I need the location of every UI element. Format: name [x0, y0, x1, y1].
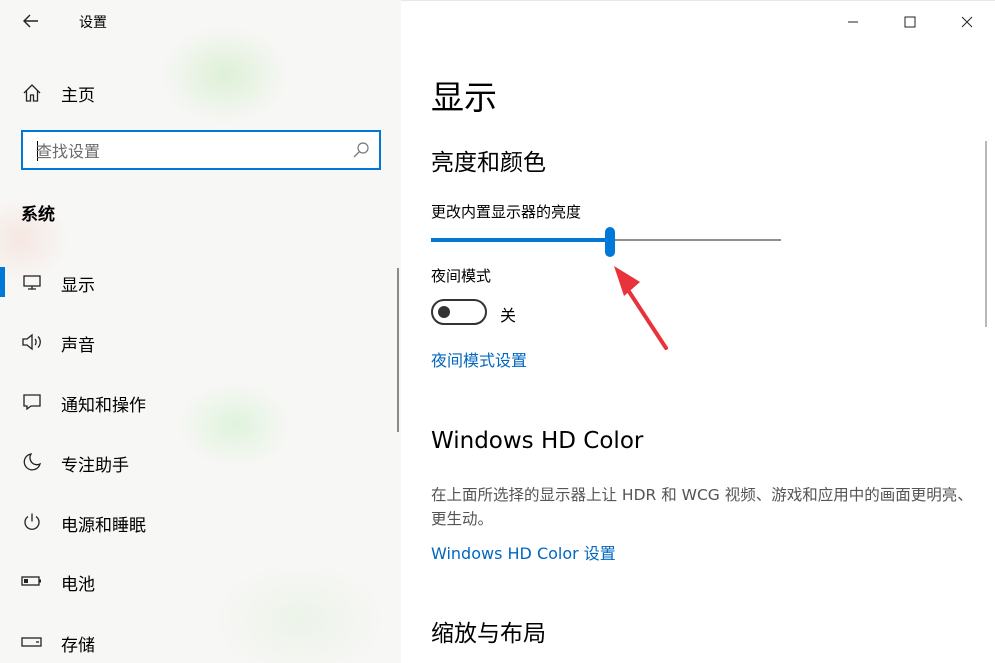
- search-box[interactable]: [21, 130, 381, 170]
- annotation-arrow-icon: [614, 266, 668, 350]
- search-input[interactable]: [36, 140, 336, 162]
- sidebar-item-battery[interactable]: 电池: [0, 561, 397, 601]
- main-content: 显示 亮度和颜色 更改内置显示器的亮度 夜间模式 关 夜间模式设置 Window…: [401, 0, 995, 663]
- toggle-knob: [438, 306, 450, 318]
- hd-color-settings-link[interactable]: Windows HD Color 设置: [431, 540, 616, 564]
- night-mode-state: 关: [500, 306, 517, 325]
- night-mode-settings-link[interactable]: 夜间模式设置: [431, 347, 527, 371]
- arrow-left-icon: [23, 14, 38, 28]
- sidebar: 设置 主页 系统 显示 声音 通知和操作: [0, 0, 401, 663]
- battery-icon: [20, 569, 44, 593]
- sidebar-item-power[interactable]: 电源和睡眠: [0, 502, 397, 542]
- minimize-icon: [848, 21, 858, 23]
- close-icon: [961, 16, 973, 28]
- night-mode-label: 夜间模式: [431, 267, 492, 285]
- sidebar-item-focus-assist[interactable]: 专注助手: [0, 442, 397, 482]
- nav-home[interactable]: 主页: [0, 73, 397, 113]
- search-icon[interactable]: [352, 141, 370, 159]
- slider-fill: [431, 238, 610, 242]
- app-title: 设置: [79, 15, 107, 31]
- brightness-slider-label: 更改内置显示器的亮度: [431, 203, 582, 221]
- sidebar-item-label: 显示: [61, 276, 95, 296]
- window-controls: [825, 1, 995, 43]
- sidebar-item-display[interactable]: 显示: [0, 262, 397, 302]
- main-scrollbar[interactable]: [985, 141, 987, 327]
- sidebar-item-notifications[interactable]: 通知和操作: [0, 382, 397, 422]
- minimize-button[interactable]: [825, 1, 881, 43]
- sidebar-item-label: 电池: [61, 575, 95, 595]
- back-button[interactable]: [14, 8, 48, 34]
- notification-icon: [20, 390, 44, 414]
- sidebar-item-label: 存储: [61, 636, 95, 656]
- night-mode-toggle[interactable]: [431, 299, 487, 325]
- nav-home-label: 主页: [61, 85, 95, 106]
- sidebar-item-label: 声音: [61, 336, 95, 356]
- brightness-heading: 亮度和颜色: [431, 150, 546, 176]
- maximize-icon: [904, 16, 916, 28]
- hd-color-heading: Windows HD Color: [431, 428, 644, 454]
- close-button[interactable]: [939, 1, 995, 43]
- brightness-slider[interactable]: [431, 227, 781, 257]
- sidebar-item-label: 专注助手: [61, 456, 129, 476]
- active-indicator: [0, 267, 5, 297]
- slider-thumb[interactable]: [604, 227, 615, 257]
- home-icon: [20, 81, 44, 105]
- sidebar-item-storage[interactable]: 存储: [0, 622, 397, 662]
- section-title: 系统: [21, 205, 55, 225]
- hd-color-description: 在上面所选择的显示器上让 HDR 和 WCG 视频、游戏和应用中的画面更明亮、更…: [431, 486, 973, 528]
- speaker-icon: [20, 330, 44, 354]
- storage-icon: [20, 630, 44, 654]
- monitor-icon: [20, 270, 44, 294]
- sidebar-item-sound[interactable]: 声音: [0, 322, 397, 362]
- moon-icon: [20, 450, 44, 474]
- maximize-button[interactable]: [882, 1, 938, 43]
- page-title: 显示: [431, 78, 497, 117]
- power-icon: [20, 510, 44, 534]
- sidebar-item-label: 电源和睡眠: [61, 516, 146, 536]
- sidebar-item-label: 通知和操作: [61, 396, 146, 416]
- scale-layout-heading: 缩放与布局: [431, 621, 546, 647]
- title-bar: 设置: [0, 0, 401, 42]
- sidebar-scrollbar[interactable]: [397, 268, 399, 432]
